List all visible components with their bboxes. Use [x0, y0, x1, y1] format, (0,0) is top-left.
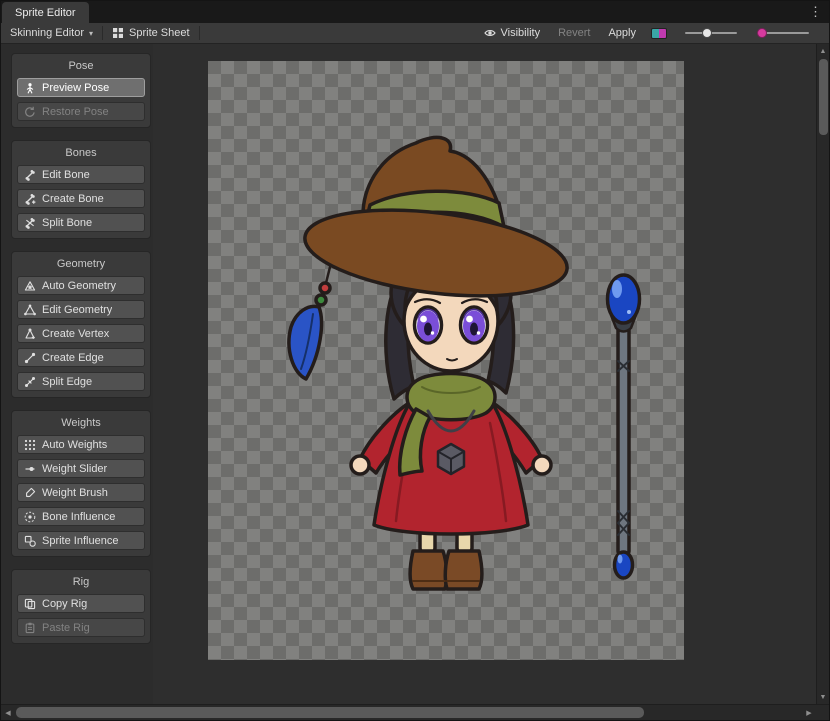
- horizontal-scroll-thumb[interactable]: [16, 707, 644, 718]
- vertical-scroll-thumb[interactable]: [819, 59, 828, 135]
- apply-button[interactable]: Apply: [599, 27, 645, 39]
- scroll-up-icon[interactable]: ▲: [817, 45, 829, 57]
- weight-slider-button[interactable]: Weight Slider: [17, 459, 145, 478]
- main-area: Pose Preview Pose Restore Pose Bones Edi…: [1, 44, 829, 704]
- visibility-button[interactable]: Visibility: [475, 27, 550, 39]
- create-vertex-icon: [24, 328, 36, 340]
- edit-geometry-icon: [24, 304, 36, 316]
- split-edge-icon: [24, 376, 36, 388]
- auto-weights-icon: [24, 439, 36, 451]
- scrollbar-corner: [816, 705, 829, 720]
- create-edge-button[interactable]: Create Edge: [17, 348, 145, 367]
- scroll-left-icon[interactable]: ◀: [1, 705, 15, 720]
- preview-pose-button[interactable]: Preview Pose: [17, 78, 145, 97]
- auto-geometry-button[interactable]: Auto Geometry: [17, 276, 145, 295]
- paste-rig-icon: [24, 622, 36, 634]
- bone-influence-icon: [24, 511, 36, 523]
- window-menu-icon[interactable]: ⋮: [809, 3, 822, 21]
- slider-handle[interactable]: [702, 28, 712, 38]
- visibility-label: Visibility: [501, 27, 541, 39]
- witch-sprite: [289, 137, 572, 589]
- staff-sprite: [608, 275, 640, 578]
- tab-sprite-editor[interactable]: Sprite Editor: [2, 2, 89, 23]
- panel-weights: Weights Auto Weights Weight Slider Weigh…: [11, 410, 151, 557]
- sprite-influence-icon: [24, 535, 36, 547]
- panel-title: Weights: [12, 414, 150, 435]
- create-vertex-button[interactable]: Create Vertex: [17, 324, 145, 343]
- vertical-scrollbar[interactable]: ▲ ▼: [816, 44, 829, 704]
- scroll-right-icon[interactable]: ▶: [802, 705, 816, 720]
- color-swatch-icon[interactable]: [651, 28, 667, 39]
- panel-rig: Rig Copy Rig Paste Rig: [11, 569, 151, 644]
- restore-pose-icon: [24, 106, 36, 118]
- eye-icon: [484, 27, 496, 39]
- scroll-down-icon[interactable]: ▼: [817, 691, 829, 703]
- create-bone-button[interactable]: Create Bone: [17, 189, 145, 208]
- panel-title: Geometry: [12, 255, 150, 276]
- sprite-influence-button[interactable]: Sprite Influence: [17, 531, 145, 550]
- sprite-sheet-icon: [112, 27, 124, 39]
- split-bone-button[interactable]: Split Bone: [17, 213, 145, 232]
- apply-label: Apply: [608, 27, 636, 39]
- bone-influence-button[interactable]: Bone Influence: [17, 507, 145, 526]
- paste-rig-button[interactable]: Paste Rig: [17, 618, 145, 637]
- sprite-editor-window: Sprite Editor ⋮ Skinning Editor ▾ Sprite…: [0, 0, 830, 721]
- tab-strip: Sprite Editor ⋮: [1, 1, 829, 23]
- create-edge-icon: [24, 352, 36, 364]
- create-bone-icon: [24, 193, 36, 205]
- weight-brush-icon: [24, 487, 36, 499]
- toolbar-right: Visibility Revert Apply: [475, 27, 829, 39]
- panel-pose: Pose Preview Pose Restore Pose: [11, 53, 151, 128]
- canvas-area: [153, 44, 816, 704]
- auto-weights-button[interactable]: Auto Weights: [17, 435, 145, 454]
- split-bone-icon: [24, 217, 36, 229]
- copy-rig-icon: [24, 598, 36, 610]
- sprite-canvas[interactable]: [208, 61, 684, 660]
- weight-brush-button[interactable]: Weight Brush: [17, 483, 145, 502]
- sprite-character: [208, 61, 684, 660]
- tool-sidebar: Pose Preview Pose Restore Pose Bones Edi…: [1, 44, 153, 704]
- revert-button[interactable]: Revert: [549, 27, 599, 39]
- mode-dropdown[interactable]: Skinning Editor ▾: [1, 23, 102, 43]
- panel-title: Bones: [12, 144, 150, 165]
- chevron-down-icon: ▾: [89, 29, 93, 38]
- sprite-sheet-button[interactable]: Sprite Sheet: [103, 23, 199, 43]
- toolbar: Skinning Editor ▾ Sprite Sheet Visibilit…: [1, 23, 829, 44]
- sprite-opacity-slider[interactable]: [685, 32, 737, 34]
- restore-pose-button[interactable]: Restore Pose: [17, 102, 145, 121]
- weight-slider-icon: [24, 463, 36, 475]
- sprite-sheet-label: Sprite Sheet: [129, 27, 190, 39]
- slider-handle-pink[interactable]: [757, 28, 767, 38]
- copy-rig-button[interactable]: Copy Rig: [17, 594, 145, 613]
- revert-label: Revert: [558, 27, 590, 39]
- split-edge-button[interactable]: Split Edge: [17, 372, 145, 391]
- panel-bones: Bones Edit Bone Create Bone Split Bone: [11, 140, 151, 239]
- edit-bone-button[interactable]: Edit Bone: [17, 165, 145, 184]
- edit-geometry-button[interactable]: Edit Geometry: [17, 300, 145, 319]
- panel-title: Pose: [12, 57, 150, 78]
- bone-opacity-slider[interactable]: [757, 32, 809, 34]
- right-eye: [461, 307, 488, 343]
- left-eye: [415, 307, 442, 343]
- panel-title: Rig: [12, 573, 150, 594]
- toolbar-divider: [199, 26, 200, 40]
- auto-geometry-icon: [24, 280, 36, 292]
- preview-pose-icon: [24, 82, 36, 94]
- edit-bone-icon: [24, 169, 36, 181]
- panel-geometry: Geometry Auto Geometry Edit Geometry Cre…: [11, 251, 151, 398]
- horizontal-scrollbar[interactable]: ◀ ▶: [1, 704, 829, 720]
- tab-title: Sprite Editor: [15, 7, 76, 19]
- mode-dropdown-label: Skinning Editor: [10, 27, 84, 39]
